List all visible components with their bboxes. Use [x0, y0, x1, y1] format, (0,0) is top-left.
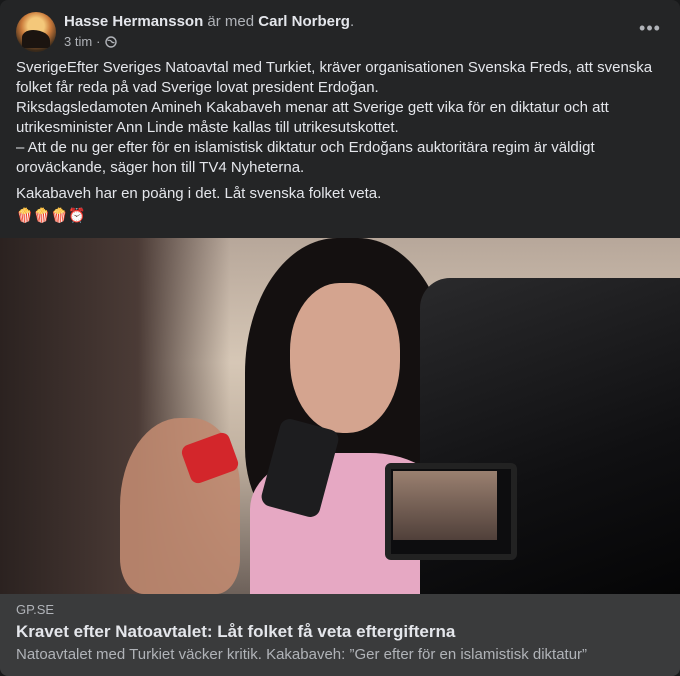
tagged-name[interactable]: Carl Norberg	[258, 13, 350, 30]
post-meta: 3 tim ·	[64, 34, 117, 49]
post-card: Hasse Hermansson är med Carl Norberg. 3 …	[0, 0, 680, 676]
more-options-icon[interactable]: •••	[636, 18, 664, 38]
text-line: utrikesminister Ann Linde måste kallas t…	[16, 119, 399, 136]
post-header: Hasse Hermansson är med Carl Norberg. 3 …	[16, 12, 664, 52]
post-paragraph-2: Kakabaveh har en poäng i det. Låt svensk…	[16, 185, 382, 202]
link-preview-image[interactable]	[0, 238, 680, 594]
author-line: Hasse Hermansson är med Carl Norberg.	[64, 12, 354, 32]
link-preview[interactable]: GP.SE Kravet efter Natoavtalet: Låt folk…	[0, 594, 680, 676]
post-body: SverigeEfter Sveriges Natoavtal med Turk…	[16, 58, 656, 224]
with-text: är med	[207, 13, 255, 30]
text-line: – Att de nu ger efter för en islamistisk…	[16, 139, 595, 156]
avatar[interactable]	[16, 12, 56, 52]
link-domain: GP.SE	[16, 602, 55, 617]
text-line: SverigeEfter Sveriges Natoavtal med Turk…	[16, 59, 653, 76]
period: .	[349, 13, 355, 30]
text-line: folket får reda på vad Sverige lovat pre…	[16, 79, 379, 96]
author-name[interactable]: Hasse Hermansson	[64, 13, 203, 30]
post-time[interactable]: 3 tim	[64, 34, 92, 49]
image-monitor-screen	[393, 471, 497, 540]
text-line: oroväckande, säger hon till TV4 Nyhetern…	[16, 159, 305, 176]
emoji-line: 🍿🍿🍿⏰	[16, 207, 86, 223]
dot-separator: ·	[96, 34, 101, 49]
link-title[interactable]: Kravet efter Natoavtalet: Låt folket få …	[16, 622, 455, 642]
text-line: Riksdagsledamoten Amineh Kakabaveh menar…	[16, 99, 609, 116]
post-paragraph-1: SverigeEfter Sveriges Natoavtal med Turk…	[16, 58, 656, 178]
link-description: Natoavtalet med Turkiet väcker kritik. K…	[16, 646, 588, 663]
image-subject-face	[290, 283, 400, 433]
globe-icon[interactable]	[104, 35, 117, 48]
